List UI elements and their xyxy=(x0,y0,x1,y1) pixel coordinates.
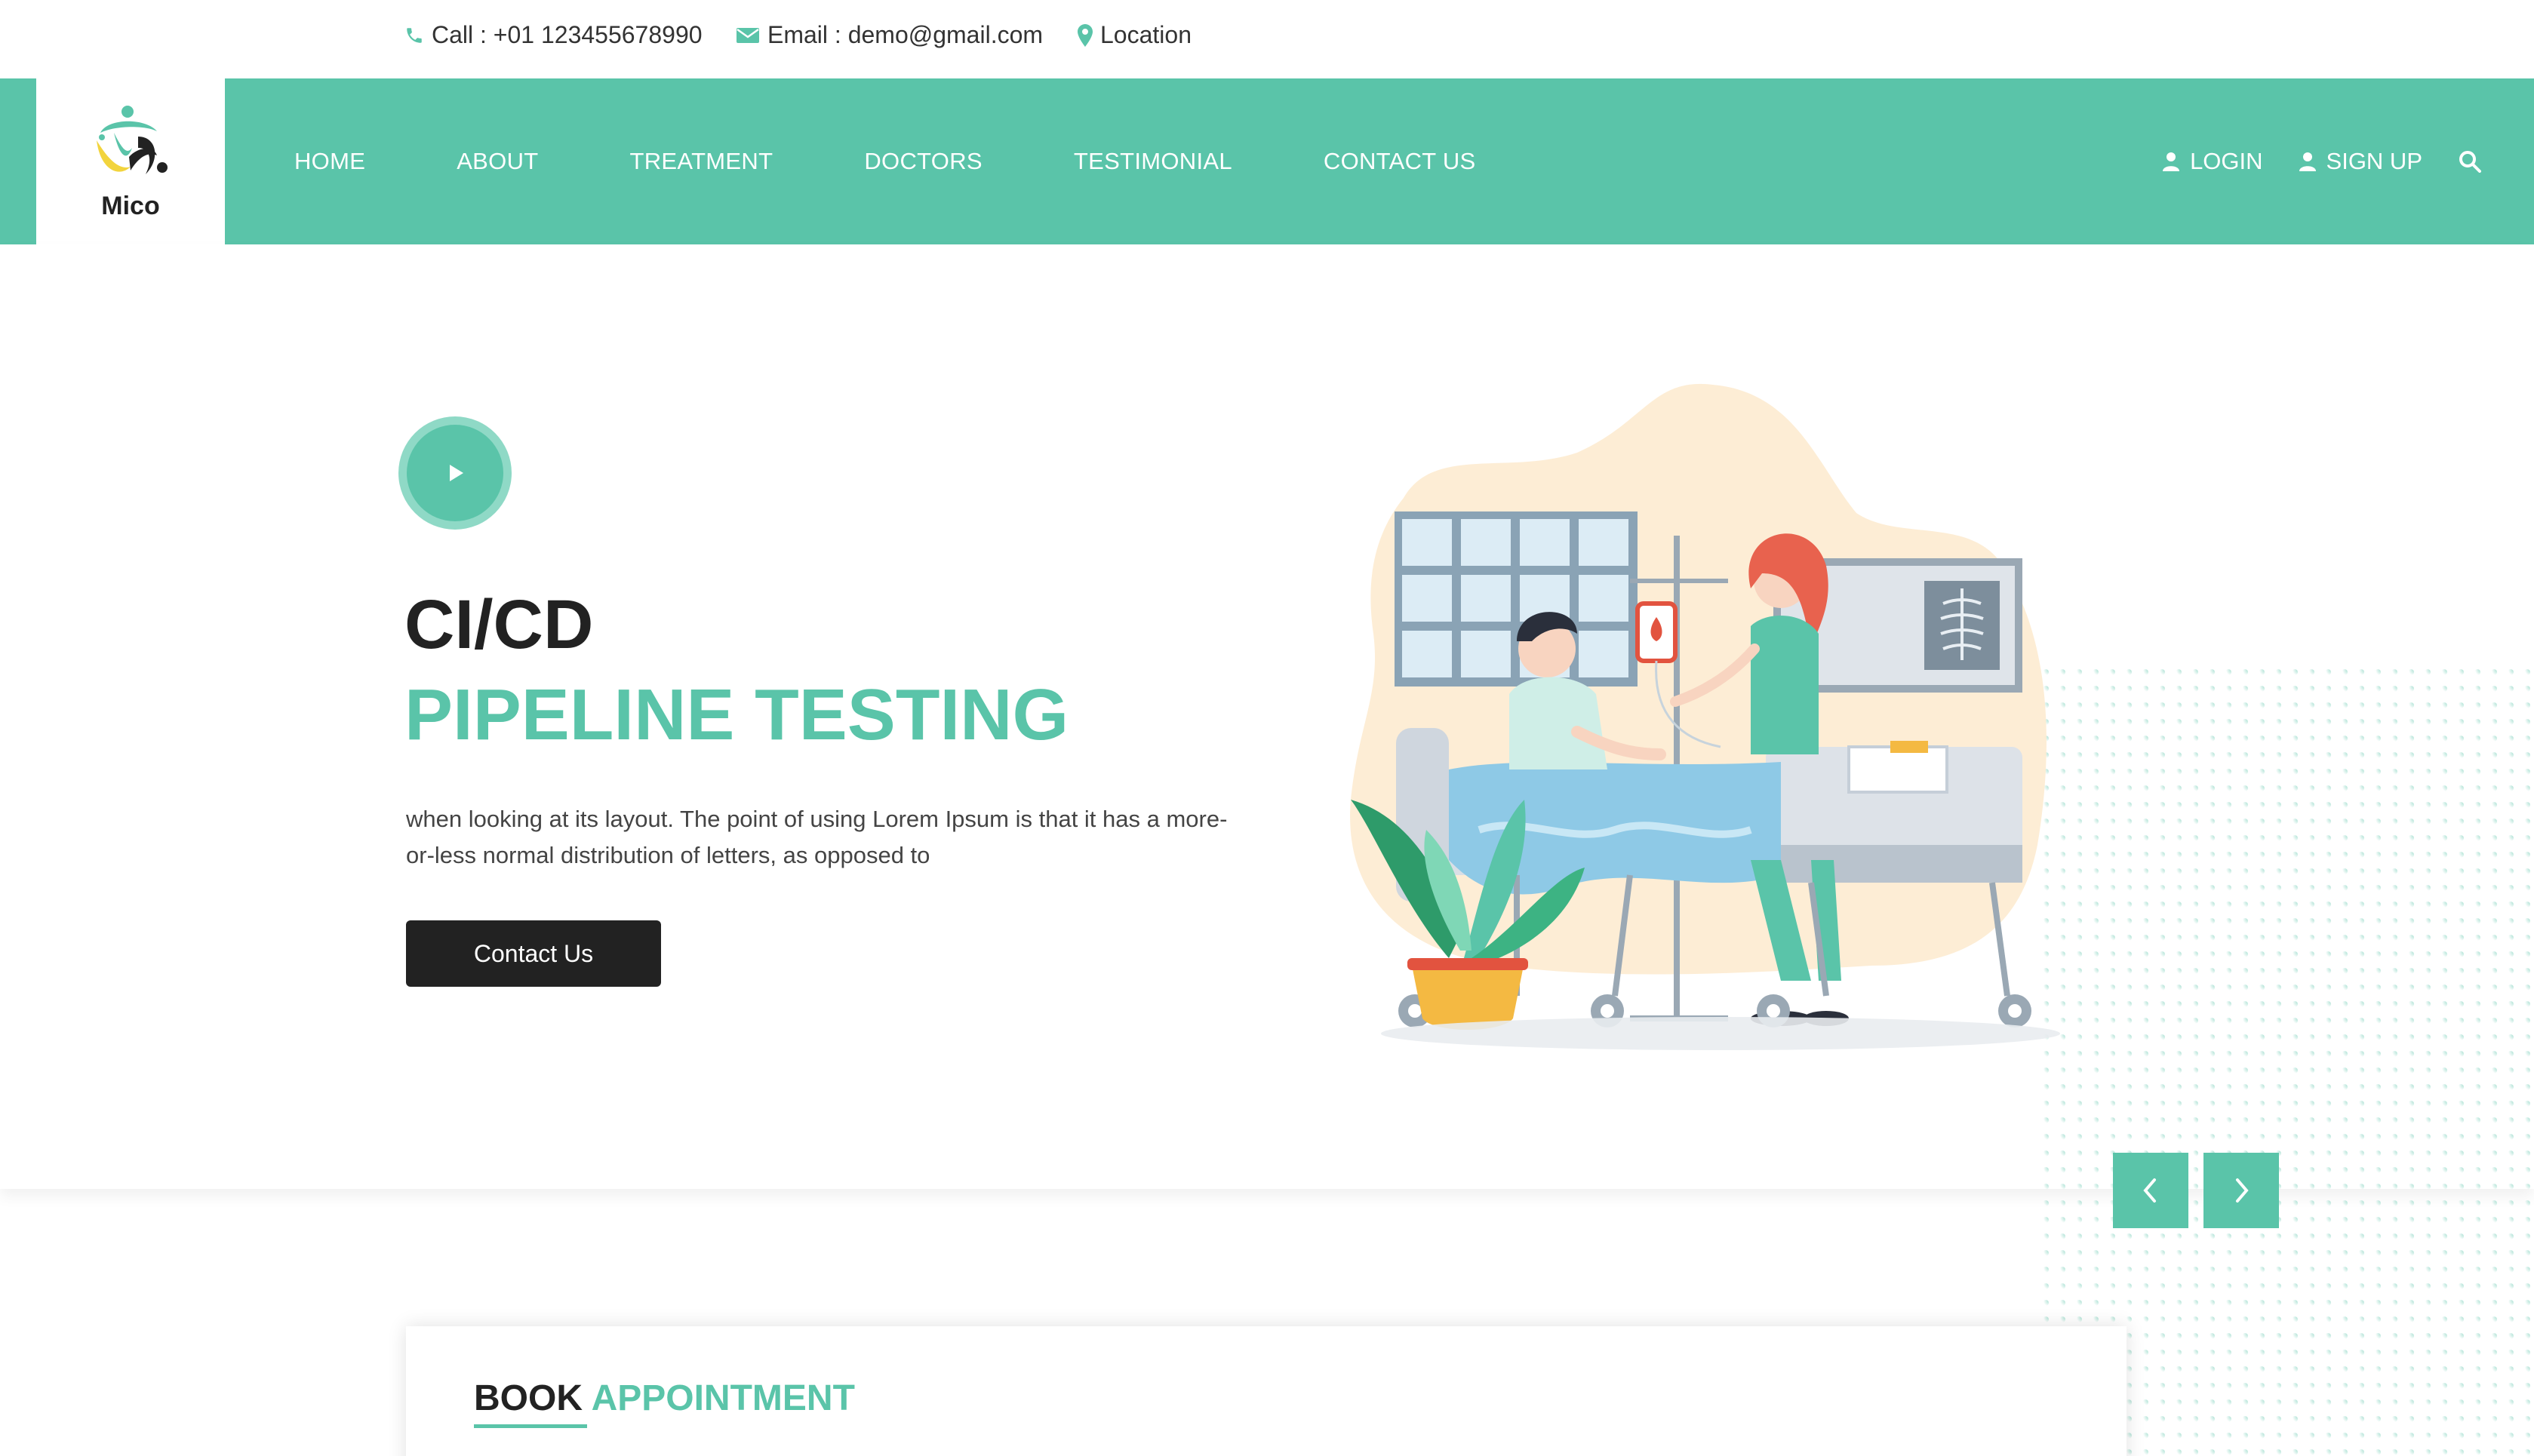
slider-next-button[interactable] xyxy=(2203,1153,2279,1228)
nav-item-testimonial[interactable]: TESTIMONIAL xyxy=(1074,148,1232,175)
envelope-icon xyxy=(737,27,759,43)
hero-description: when looking at its layout. The point of… xyxy=(406,806,1228,868)
brand-logo-icon xyxy=(97,105,168,174)
email-text: Email : demo@gmail.com xyxy=(767,21,1044,48)
brand-name: Mico xyxy=(101,191,160,220)
nav-item-home[interactable]: HOME xyxy=(294,148,365,175)
user-icon xyxy=(2299,152,2316,171)
nav-menu: HOME ABOUT TREATMENT DOCTORS TESTIMONIAL… xyxy=(294,78,1567,244)
heading-part-appointment: APPOINTMENT xyxy=(591,1378,855,1418)
heading-part-book: BOOK xyxy=(474,1378,583,1418)
phone-text: Call : +01 123455678990 xyxy=(432,21,703,48)
login-link[interactable]: LOGIN xyxy=(2163,148,2263,175)
play-video-button[interactable] xyxy=(398,416,512,530)
search-icon xyxy=(2459,151,2481,173)
contact-us-button[interactable]: Contact Us xyxy=(406,920,661,987)
phone-icon xyxy=(407,27,422,43)
nav-item-doctors[interactable]: DOCTORS xyxy=(864,148,983,175)
nav-item-about[interactable]: ABOUT xyxy=(457,148,538,175)
phone-info[interactable]: Call : +01 123455678990 xyxy=(404,21,703,49)
login-label: LOGIN xyxy=(2190,148,2263,174)
location-info[interactable]: Location xyxy=(1078,21,1192,49)
nav-item-contact-us[interactable]: CONTACT US xyxy=(1324,148,1476,175)
hospital-illustration xyxy=(1350,383,2060,1050)
map-pin-icon xyxy=(1078,23,1093,47)
top-info-bar: Call : +01 123455678990 Email : demo@gma… xyxy=(0,0,2534,78)
chevron-right-icon xyxy=(2236,1178,2249,1203)
book-appointment-card: BOOK APPOINTMENT xyxy=(406,1326,2127,1456)
hero-subtitle: PIPELINE TESTING xyxy=(404,674,1069,755)
hero-title: CI/CD xyxy=(404,586,594,663)
email-info[interactable]: Email : demo@gmail.com xyxy=(736,21,1043,49)
heading-underline xyxy=(474,1424,587,1428)
slider-prev-button[interactable] xyxy=(2113,1153,2188,1228)
signup-link[interactable]: SIGN UP xyxy=(2299,148,2422,175)
search-button[interactable] xyxy=(2459,150,2481,173)
book-appointment-heading: BOOK APPOINTMENT xyxy=(474,1378,855,1419)
signup-label: SIGN UP xyxy=(2326,148,2422,174)
play-icon xyxy=(450,465,463,481)
location-text: Location xyxy=(1100,21,1192,48)
nav-item-treatment[interactable]: TREATMENT xyxy=(630,148,773,175)
user-icon xyxy=(2163,152,2180,171)
logo[interactable]: Mico xyxy=(36,78,225,244)
nav-actions: LOGIN SIGN UP xyxy=(2163,78,2481,244)
chevron-left-icon xyxy=(2143,1178,2156,1203)
